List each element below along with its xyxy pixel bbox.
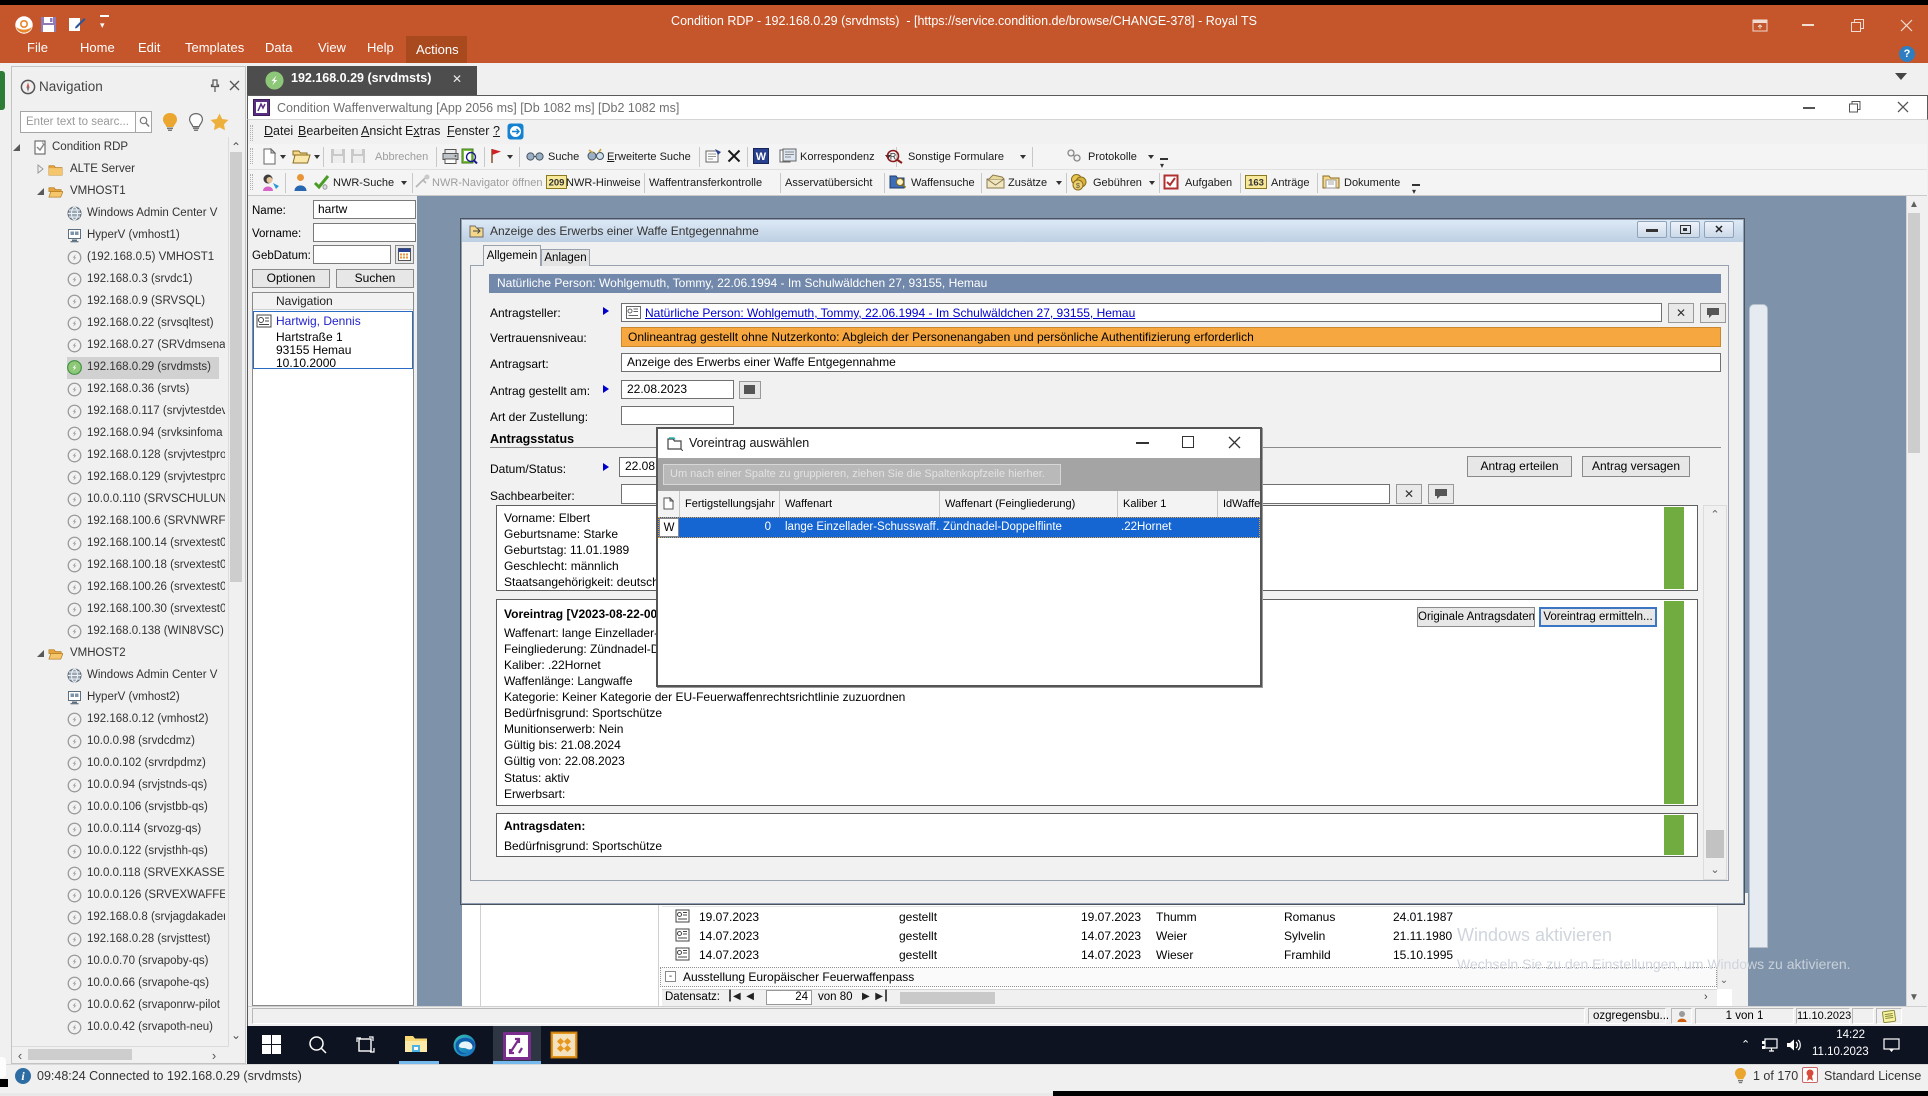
svg-text:W: W <box>756 151 767 163</box>
svg-text:209: 209 <box>549 178 565 189</box>
svg-text:R: R <box>890 152 897 162</box>
svg-text:$: $ <box>1076 183 1080 190</box>
svg-text:163: 163 <box>1248 178 1264 189</box>
